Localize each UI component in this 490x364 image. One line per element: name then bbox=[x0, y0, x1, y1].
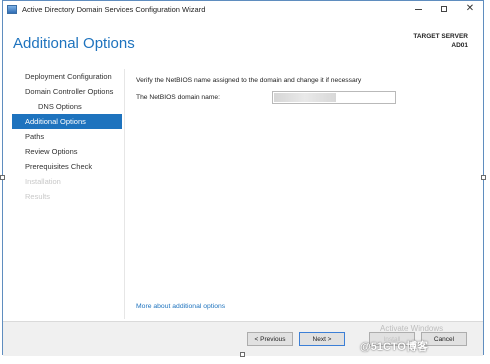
wizard-nav: Deployment Configuration Domain Controll… bbox=[12, 69, 122, 204]
title-bar[interactable]: Active Directory Domain Services Configu… bbox=[3, 1, 483, 17]
target-server-name: AD01 bbox=[451, 42, 468, 49]
close-icon: ✕ bbox=[465, 3, 475, 14]
nav-item-installation: Installation bbox=[25, 177, 61, 186]
wizard-header: Additional Options TARGET SERVER AD01 bbox=[3, 17, 483, 63]
next-button[interactable]: Next > bbox=[299, 332, 345, 346]
maximize-button[interactable] bbox=[431, 1, 457, 17]
instruction-text: Verify the NetBIOS name assigned to the … bbox=[136, 77, 362, 84]
nav-item-domain-controller-options[interactable]: Domain Controller Options bbox=[12, 84, 122, 99]
close-button[interactable]: ✕ bbox=[457, 1, 483, 17]
app-icon bbox=[7, 4, 17, 14]
wizard-window: Active Directory Domain Services Configu… bbox=[2, 0, 484, 356]
window-title: Active Directory Domain Services Configu… bbox=[22, 4, 206, 14]
minimize-icon bbox=[414, 8, 422, 10]
nav-item-results: Results bbox=[25, 192, 51, 201]
activate-windows-watermark: Activate Windows bbox=[380, 324, 444, 333]
nav-item-dns-options[interactable]: DNS Options bbox=[12, 99, 122, 114]
more-about-link[interactable]: More about additional options bbox=[136, 303, 225, 310]
netbios-label: The NetBIOS domain name: bbox=[136, 94, 221, 101]
resize-handle-bottom[interactable] bbox=[240, 352, 245, 357]
nav-divider bbox=[124, 69, 125, 319]
resize-handle-left[interactable] bbox=[0, 175, 5, 180]
maximize-icon bbox=[441, 6, 447, 12]
previous-button[interactable]: < Previous bbox=[247, 332, 293, 346]
nav-item-review-options[interactable]: Review Options bbox=[12, 144, 122, 159]
netbios-field-row: The NetBIOS domain name: bbox=[136, 91, 476, 105]
target-server-label: TARGET SERVER bbox=[413, 33, 468, 40]
minimize-button[interactable] bbox=[405, 1, 431, 17]
nav-item-additional-options[interactable]: Additional Options bbox=[12, 114, 122, 129]
nav-item-prerequisites-check[interactable]: Prerequisites Check bbox=[12, 159, 122, 174]
main-content: Verify the NetBIOS name assigned to the … bbox=[136, 77, 476, 105]
nav-item-paths[interactable]: Paths bbox=[12, 129, 122, 144]
window-controls: ✕ bbox=[405, 1, 483, 17]
page-title: Additional Options bbox=[13, 35, 135, 52]
nav-item-deployment-configuration[interactable]: Deployment Configuration bbox=[12, 69, 122, 84]
redacted-value bbox=[274, 93, 336, 102]
resize-handle-right[interactable] bbox=[481, 175, 486, 180]
site-credit: @51CTO博客 bbox=[360, 341, 428, 353]
